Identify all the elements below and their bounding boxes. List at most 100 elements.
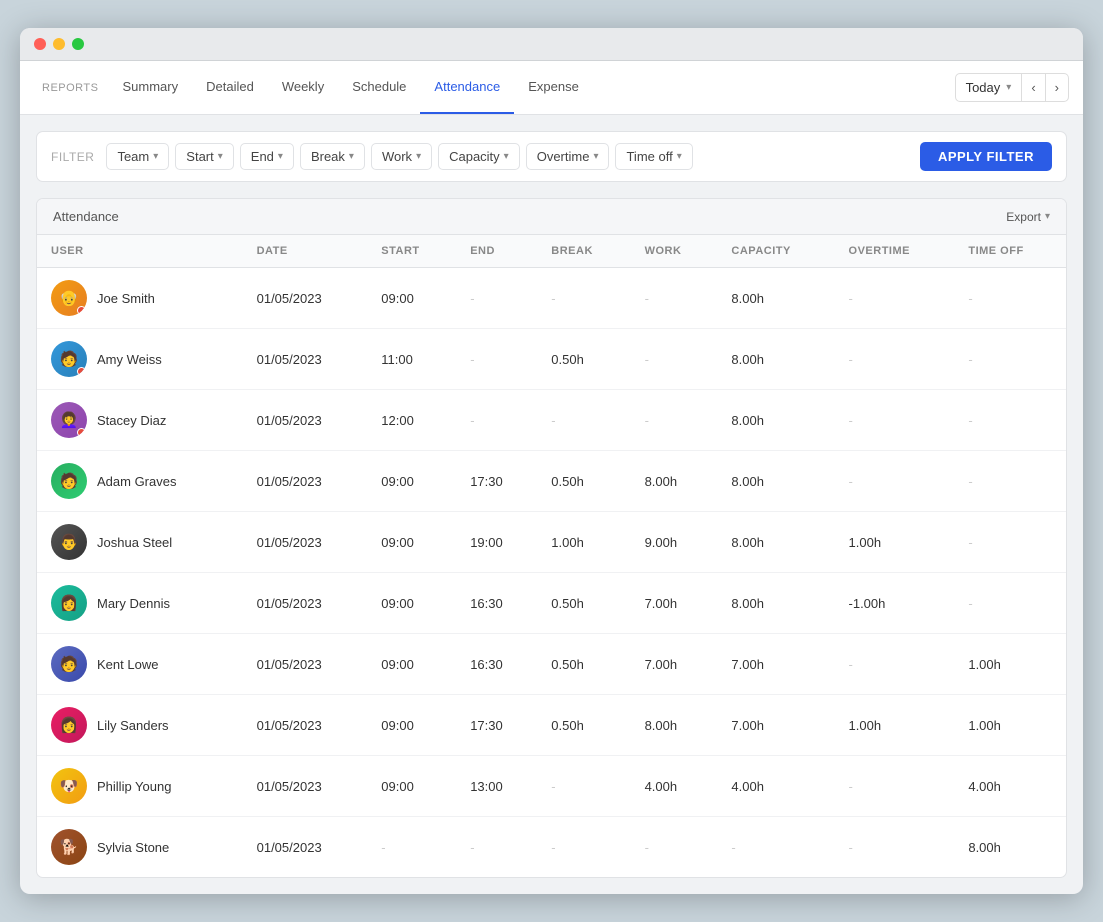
nav-tab-schedule[interactable]: Schedule: [338, 61, 420, 114]
filter-btn-team[interactable]: Team▾: [106, 143, 169, 170]
cell-timeoff: -: [954, 329, 1066, 390]
table-row: 🐕Sylvia Stone01/05/2023------8.00h: [37, 817, 1066, 878]
empty-value: -: [731, 840, 735, 855]
cell-break: 0.50h: [537, 329, 630, 390]
col-break: BREAK: [537, 235, 630, 268]
cell-break: 1.00h: [537, 512, 630, 573]
cell-end: 16:30: [456, 634, 537, 695]
avatar: 👩‍🦱: [51, 402, 87, 438]
avatar: 👴: [51, 280, 87, 316]
nav-tab-attendance[interactable]: Attendance: [420, 61, 514, 114]
date-select-button[interactable]: Today ▾: [955, 73, 1023, 102]
cell-overtime: 1.00h: [835, 695, 955, 756]
avatar: 🧑: [51, 646, 87, 682]
filter-btn-end[interactable]: End▾: [240, 143, 294, 170]
date-chevron-icon: ▾: [1006, 82, 1011, 93]
empty-value: -: [849, 413, 853, 428]
team-chevron-icon: ▾: [153, 151, 158, 162]
avatar: 👩: [51, 707, 87, 743]
avatar-image: 🐕: [51, 829, 87, 865]
cell-start: 09:00: [367, 451, 456, 512]
reports-label: REPORTS: [34, 82, 106, 94]
cell-start: 12:00: [367, 390, 456, 451]
user-cell: 👨Joshua Steel: [37, 512, 243, 573]
prev-date-button[interactable]: ‹: [1022, 73, 1045, 102]
cell-overtime: -: [835, 634, 955, 695]
filter-btn-start[interactable]: Start▾: [175, 143, 234, 170]
export-button[interactable]: Export ▾: [1006, 210, 1050, 224]
status-indicator: [77, 306, 86, 315]
nav-tabs: SummaryDetailedWeeklyScheduleAttendanceE…: [108, 61, 592, 114]
filter-btn-timeoff[interactable]: Time off▾: [615, 143, 692, 170]
table-header-bar: Attendance Export ▾: [37, 199, 1066, 235]
cell-timeoff: 8.00h: [954, 817, 1066, 878]
col-capacity: CAPACITY: [717, 235, 834, 268]
cell-capacity: 4.00h: [717, 756, 834, 817]
cell-end: 19:00: [456, 512, 537, 573]
cell-end: -: [456, 817, 537, 878]
filter-btn-work[interactable]: Work▾: [371, 143, 432, 170]
minimize-button[interactable]: [53, 38, 65, 50]
empty-value: -: [968, 291, 972, 306]
cell-work: 8.00h: [631, 451, 718, 512]
filter-buttons: Team▾Start▾End▾Break▾Work▾Capacity▾Overt…: [106, 143, 692, 170]
cell-work: -: [631, 817, 718, 878]
avatar-image: 👩: [51, 585, 87, 621]
filter-bar: FILTER Team▾Start▾End▾Break▾Work▾Capacit…: [36, 131, 1067, 182]
table-row: 🧑Adam Graves01/05/202309:0017:300.50h8.0…: [37, 451, 1066, 512]
empty-value: -: [551, 413, 555, 428]
cell-timeoff: 1.00h: [954, 634, 1066, 695]
avatar-image: 🐶: [51, 768, 87, 804]
close-button[interactable]: [34, 38, 46, 50]
break-chevron-icon: ▾: [349, 151, 354, 162]
empty-value: -: [849, 352, 853, 367]
table-row: 👩Mary Dennis01/05/202309:0016:300.50h7.0…: [37, 573, 1066, 634]
user-name: Sylvia Stone: [97, 840, 169, 855]
status-indicator: [77, 428, 86, 437]
nav-tab-expense[interactable]: Expense: [514, 61, 593, 114]
cell-timeoff: -: [954, 268, 1066, 329]
avatar: 🐶: [51, 768, 87, 804]
user-name: Lily Sanders: [97, 718, 169, 733]
filter-btn-capacity[interactable]: Capacity▾: [438, 143, 520, 170]
cell-date: 01/05/2023: [243, 695, 368, 756]
cell-end: 17:30: [456, 451, 537, 512]
cell-start: 11:00: [367, 329, 456, 390]
user-cell: 👩‍🦱Stacey Diaz: [37, 390, 243, 451]
user-name: Amy Weiss: [97, 352, 162, 367]
filter-label-capacity: Capacity: [449, 149, 500, 164]
nav-tab-detailed[interactable]: Detailed: [192, 61, 268, 114]
filter-btn-overtime[interactable]: Overtime▾: [526, 143, 610, 170]
nav-tab-summary[interactable]: Summary: [108, 61, 192, 114]
avatar-image: 👨: [51, 524, 87, 560]
nav-right: Today ▾ ‹ ›: [955, 73, 1069, 102]
avatar: 👩: [51, 585, 87, 621]
cell-timeoff: -: [954, 573, 1066, 634]
cell-capacity: 8.00h: [717, 390, 834, 451]
next-date-button[interactable]: ›: [1046, 73, 1069, 102]
apply-filter-button[interactable]: APPLY FILTER: [920, 142, 1052, 171]
avatar: 👨: [51, 524, 87, 560]
empty-value: -: [849, 474, 853, 489]
empty-value: -: [645, 352, 649, 367]
cell-date: 01/05/2023: [243, 512, 368, 573]
cell-timeoff: 4.00h: [954, 756, 1066, 817]
filter-btn-break[interactable]: Break▾: [300, 143, 365, 170]
cell-date: 01/05/2023: [243, 756, 368, 817]
nav-bar: REPORTS SummaryDetailedWeeklyScheduleAtt…: [20, 61, 1083, 115]
cell-work: -: [631, 268, 718, 329]
cell-timeoff: -: [954, 390, 1066, 451]
user-cell: 🧑Adam Graves: [37, 451, 243, 512]
user-name: Phillip Young: [97, 779, 171, 794]
nav-tab-weekly[interactable]: Weekly: [268, 61, 338, 114]
cell-work: 7.00h: [631, 573, 718, 634]
empty-value: -: [968, 535, 972, 550]
maximize-button[interactable]: [72, 38, 84, 50]
cell-overtime: -: [835, 817, 955, 878]
cell-break: 0.50h: [537, 573, 630, 634]
cell-capacity: 8.00h: [717, 451, 834, 512]
cell-capacity: 7.00h: [717, 634, 834, 695]
avatar-image: 🧑: [51, 646, 87, 682]
cell-work: -: [631, 329, 718, 390]
cell-date: 01/05/2023: [243, 817, 368, 878]
